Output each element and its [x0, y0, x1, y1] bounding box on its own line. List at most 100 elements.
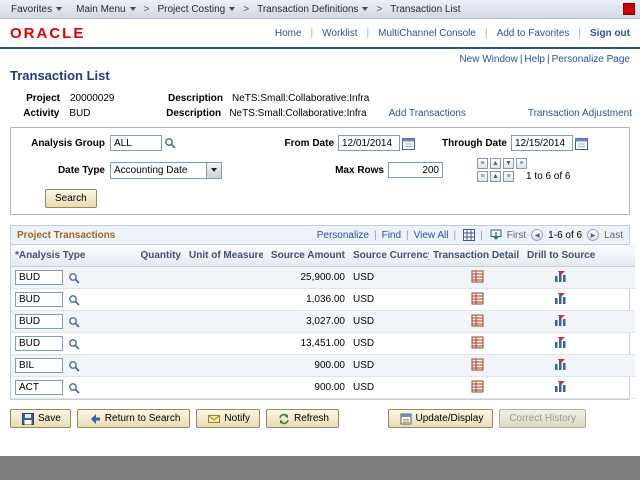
from-date-label: From Date	[176, 138, 334, 149]
analysis-type-input[interactable]	[15, 380, 63, 395]
lookup-icon[interactable]	[68, 316, 80, 328]
drill-to-source-icon[interactable]	[554, 270, 567, 283]
drill-to-source-icon[interactable]	[554, 292, 567, 305]
scroll-bottom-icon[interactable]: ≡	[516, 158, 527, 169]
from-date-input[interactable]	[338, 135, 400, 151]
grid-toolbar: Personalize | Find | View All | | First …	[317, 229, 623, 241]
chevron-down-icon	[56, 7, 62, 11]
scroll-prev-icon[interactable]: ≡	[477, 171, 488, 182]
multichannel-console-link[interactable]: MultiChannel Console	[378, 28, 476, 39]
source-currency-cell: USD	[349, 311, 429, 333]
date-type-select[interactable]: Accounting Date	[110, 162, 222, 179]
zoom-grid-icon[interactable]	[463, 229, 475, 241]
update-display-button[interactable]: Update/Display	[388, 409, 494, 428]
last-label[interactable]: Last	[604, 230, 623, 241]
lookup-icon[interactable]	[68, 338, 80, 350]
activity-description: NeTS:Small:Collaborative:Infra	[229, 108, 366, 119]
source-currency-cell: USD	[349, 355, 429, 377]
analysis-type-input[interactable]	[15, 336, 63, 351]
personalize-link[interactable]: Personalize	[317, 230, 369, 241]
pipe-separator: |	[406, 230, 409, 241]
through-date-input[interactable]	[511, 135, 573, 151]
search-row-1: Analysis Group From Date Through Date	[17, 135, 623, 151]
source-amount-cell: 3,027.00	[263, 311, 349, 333]
chevron-down-icon	[229, 7, 235, 11]
return-to-search-button[interactable]: Return to Search	[77, 409, 191, 428]
add-transactions-link[interactable]: Add Transactions	[389, 108, 466, 119]
uom-cell	[185, 377, 263, 399]
table-row: 900.00 USD	[11, 355, 635, 377]
description-label: Description	[168, 93, 232, 104]
transaction-detail-icon[interactable]	[471, 270, 484, 283]
analysis-type-input[interactable]	[15, 292, 63, 307]
lookup-icon[interactable]	[68, 272, 80, 284]
dropdown-arrow-icon	[206, 163, 221, 178]
sign-out-link[interactable]: Sign out	[590, 28, 630, 39]
lookup-icon[interactable]	[68, 382, 80, 394]
calendar-icon[interactable]	[575, 137, 588, 150]
drill-to-source-icon[interactable]	[554, 314, 567, 327]
project-transactions-grid: Project Transactions Personalize | Find …	[10, 225, 630, 400]
view-all-link[interactable]: View All	[414, 230, 449, 241]
scroll-last-icon[interactable]: ≡	[503, 171, 514, 182]
uom-cell	[185, 355, 263, 377]
analysis-type-input[interactable]	[15, 270, 63, 285]
breadcrumb-main-menu[interactable]: Main Menu	[69, 4, 142, 15]
download-icon[interactable]	[490, 229, 502, 241]
max-rows-input[interactable]	[388, 162, 443, 178]
scroll-top-icon[interactable]: ≡	[477, 158, 488, 169]
new-window-link[interactable]: New Window	[459, 54, 517, 65]
breadcrumb-label: Main Menu	[76, 4, 125, 15]
personalize-page-link[interactable]: Personalize Page	[552, 54, 630, 65]
analysis-type-input[interactable]	[15, 314, 63, 329]
calendar-icon[interactable]	[402, 137, 415, 150]
quantity-cell	[129, 377, 185, 399]
return-arrow-icon	[89, 413, 101, 425]
notify-button[interactable]: Notify	[196, 409, 260, 428]
search-button[interactable]: Search	[45, 189, 97, 208]
transaction-detail-icon[interactable]	[471, 292, 484, 305]
breadcrumb-transaction-list[interactable]: Transaction List	[383, 4, 467, 15]
transactions-table: *Analysis Type Quantity Unit of Measure …	[11, 245, 635, 399]
analysis-type-input[interactable]	[15, 358, 63, 373]
transaction-detail-icon[interactable]	[471, 336, 484, 349]
transaction-detail-icon[interactable]	[471, 358, 484, 371]
breadcrumb-favorites[interactable]: Favorites	[4, 4, 69, 15]
lookup-icon[interactable]	[68, 294, 80, 306]
breadcrumb-transaction-definitions[interactable]: Transaction Definitions	[250, 4, 375, 15]
lookup-icon[interactable]	[164, 137, 176, 149]
red-square-icon[interactable]	[623, 3, 635, 15]
filler-cell	[595, 355, 635, 377]
next-page-icon[interactable]: ▶	[587, 229, 599, 241]
scroll-down-icon[interactable]: ▼	[503, 158, 514, 169]
save-icon	[22, 413, 34, 425]
source-amount-cell: 900.00	[263, 377, 349, 399]
drill-to-source-icon[interactable]	[554, 380, 567, 393]
uom-cell	[185, 267, 263, 289]
scroll-next-icon[interactable]: ▲	[490, 171, 501, 182]
add-to-favorites-link[interactable]: Add to Favorites	[497, 28, 570, 39]
find-link[interactable]: Find	[382, 230, 401, 241]
grid-title: Project Transactions	[17, 230, 115, 241]
transaction-detail-icon[interactable]	[471, 380, 484, 393]
pipe-separator: |	[374, 230, 377, 241]
source-currency-cell: USD	[349, 333, 429, 355]
help-link[interactable]: Help	[524, 54, 545, 65]
breadcrumb-project-costing[interactable]: Project Costing	[150, 4, 242, 15]
first-label[interactable]: First	[507, 230, 526, 241]
source-amount-cell: 25,900.00	[263, 267, 349, 289]
lookup-icon[interactable]	[68, 360, 80, 372]
date-type-label: Date Type	[17, 165, 105, 176]
save-button[interactable]: Save	[10, 409, 71, 428]
transaction-adjustment-link[interactable]: Transaction Adjustment	[528, 108, 632, 119]
home-link[interactable]: Home	[275, 28, 302, 39]
worklist-link[interactable]: Worklist	[322, 28, 357, 39]
refresh-button[interactable]: Refresh	[266, 409, 339, 428]
analysis-group-input[interactable]	[110, 135, 162, 151]
drill-to-source-icon[interactable]	[554, 336, 567, 349]
scroll-up-icon[interactable]: ▲	[490, 158, 501, 169]
breadcrumb-label: Transaction List	[390, 4, 460, 15]
transaction-detail-icon[interactable]	[471, 314, 484, 327]
drill-to-source-icon[interactable]	[554, 358, 567, 371]
previous-page-icon[interactable]: ◀	[531, 229, 543, 241]
